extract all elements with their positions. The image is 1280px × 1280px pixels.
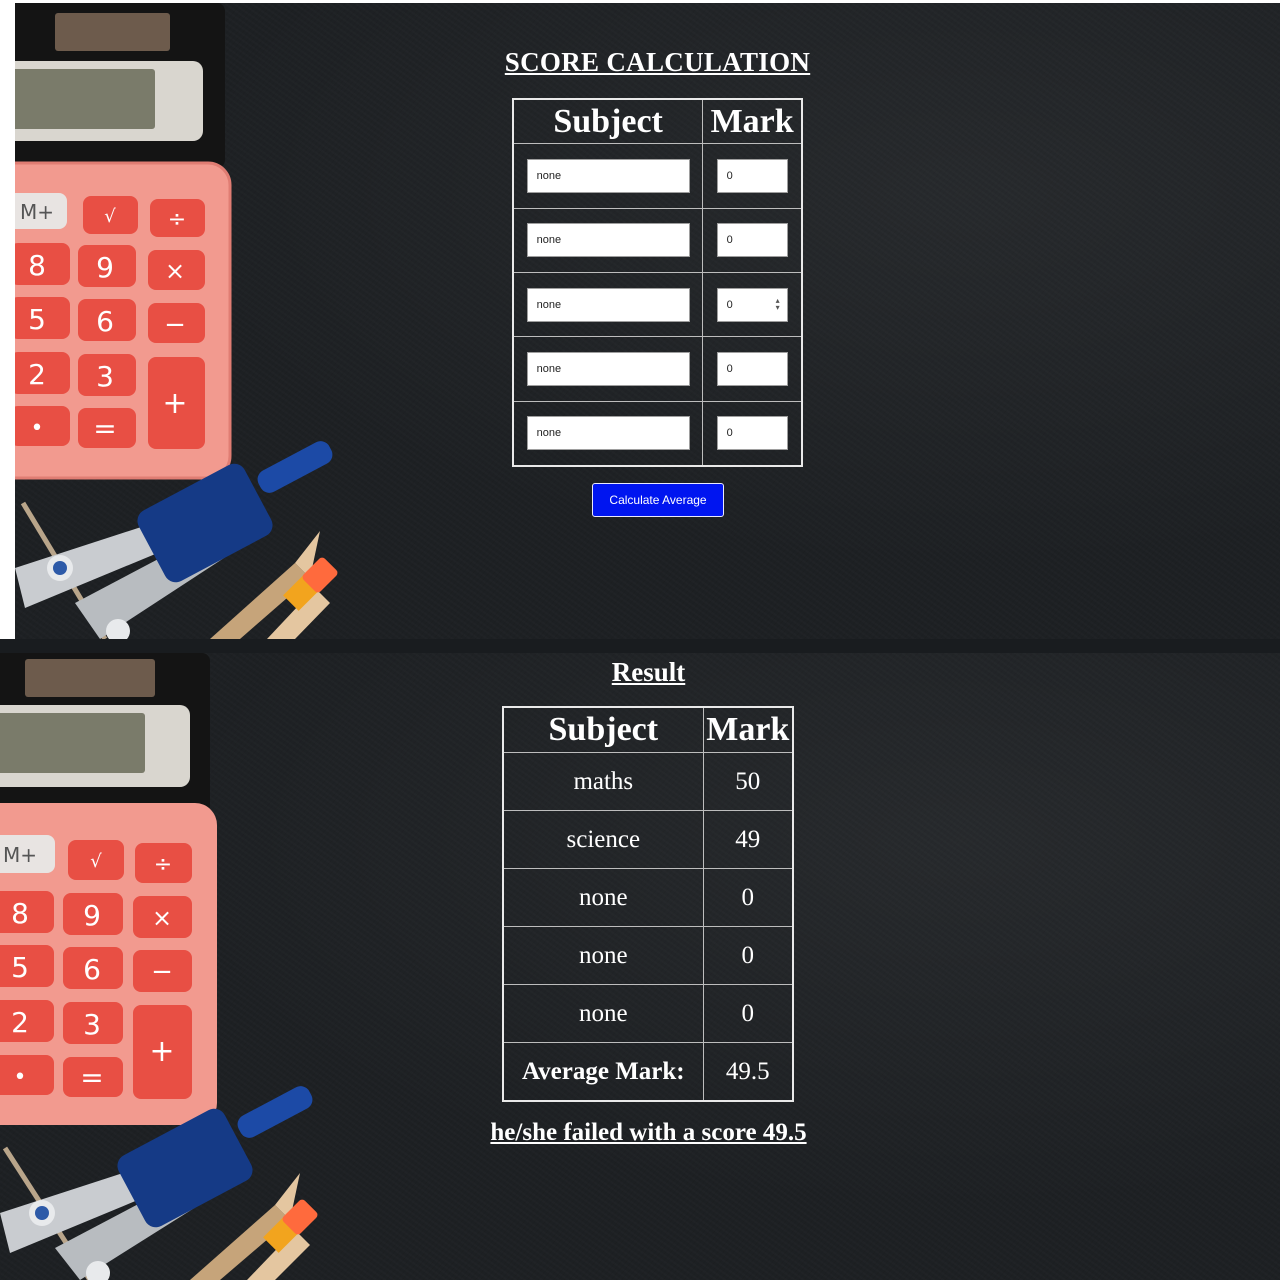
- score-calculation-screen: M+ √ ÷ 8 9 × 5 6 − 2 3 + • = SCORE CALCU…: [15, 3, 1280, 639]
- average-row: Average Mark: 49.5: [502, 1042, 794, 1102]
- mark-column-header: Mark: [702, 706, 794, 753]
- mark-input-4[interactable]: [716, 351, 788, 386]
- input-row: [512, 400, 803, 467]
- mark-cell: 49: [702, 810, 794, 869]
- mark-cell: 0: [702, 984, 794, 1043]
- left-margin: [0, 0, 15, 639]
- table-row: none 0: [502, 984, 794, 1043]
- subject-cell: science: [502, 810, 704, 869]
- mark-cell: 0: [702, 868, 794, 927]
- subject-input-5[interactable]: [526, 416, 690, 451]
- calculate-average-button[interactable]: Calculate Average: [592, 483, 724, 517]
- subject-input-2[interactable]: [526, 223, 690, 258]
- mark-stepper: ▴▾: [716, 287, 788, 322]
- mark-cell: 0: [702, 926, 794, 985]
- table-row: none 0: [502, 926, 794, 985]
- table-row: science 49: [502, 810, 794, 869]
- average-value: 49.5: [702, 1042, 794, 1102]
- input-row: ▴▾: [512, 271, 803, 338]
- subject-input-4[interactable]: [526, 351, 690, 386]
- subject-cell: none: [502, 926, 704, 985]
- table-row: maths 50: [502, 752, 794, 811]
- input-row: [512, 143, 803, 209]
- subject-cell: none: [502, 868, 704, 927]
- subject-column-header: Subject: [512, 98, 704, 145]
- mark-input-2[interactable]: [716, 223, 788, 258]
- mark-input-5[interactable]: [716, 416, 788, 451]
- subject-input-1[interactable]: [526, 158, 690, 193]
- result-title: Result: [611, 657, 686, 687]
- subject-input-3[interactable]: [526, 287, 690, 322]
- subject-column-header: Subject: [502, 706, 704, 753]
- screen-divider: [0, 639, 1280, 653]
- average-label: Average Mark:: [502, 1042, 704, 1102]
- mark-column-header: Mark: [702, 98, 803, 145]
- result-screen: M+ √ ÷ 8 9 × 5 6 − 2 3 + • = Result Subj…: [0, 653, 1280, 1280]
- spinner-arrows-icon[interactable]: ▴ ▾: [776, 296, 780, 311]
- score-input-table: Subject Mark ▴▾: [512, 98, 803, 467]
- mark-input-1[interactable]: [716, 158, 788, 193]
- result-table: Subject Mark maths 50 science 49 none 0 …: [502, 706, 794, 1102]
- page-title: SCORE CALCULATION: [504, 47, 811, 77]
- input-row: [512, 207, 803, 273]
- table-row: none 0: [502, 868, 794, 927]
- subject-cell: none: [502, 984, 704, 1043]
- input-row: [512, 336, 803, 402]
- result-message: he/she failed with a score 49.5: [490, 1119, 807, 1146]
- mark-cell: 50: [702, 752, 794, 811]
- subject-cell: maths: [502, 752, 704, 811]
